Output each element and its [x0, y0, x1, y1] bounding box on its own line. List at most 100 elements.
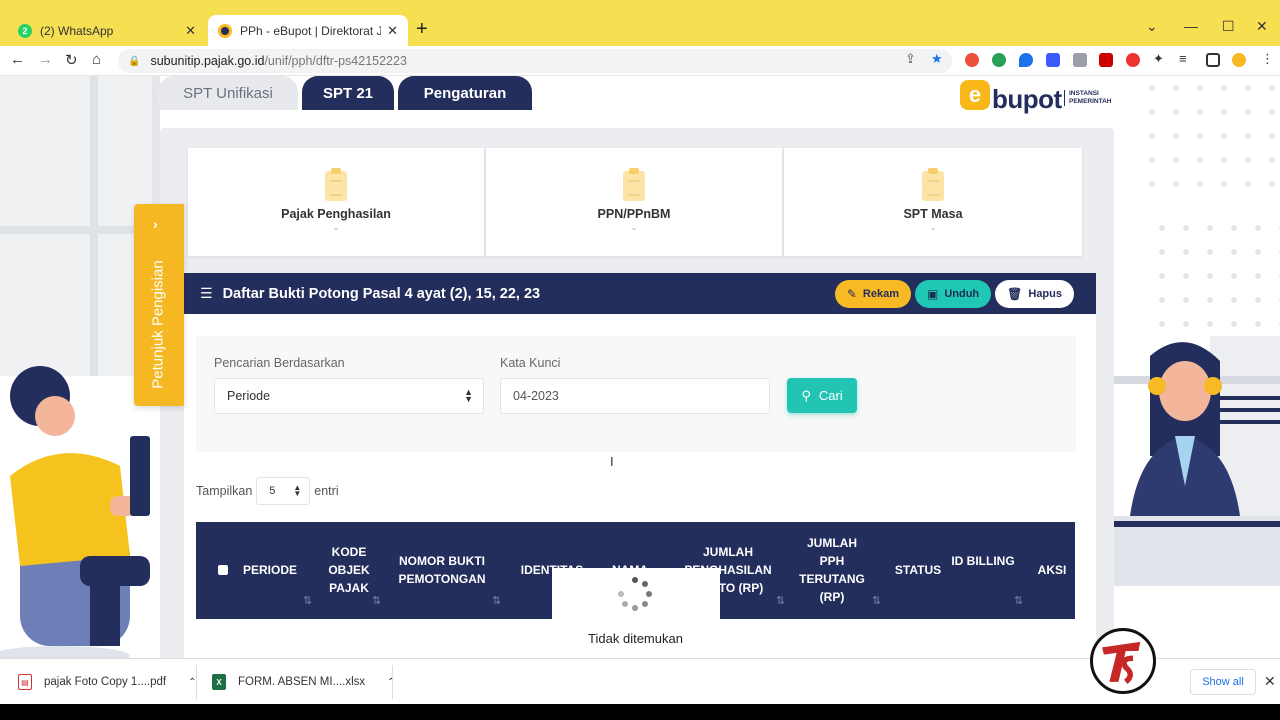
chevron-down-icon: ⌄: [630, 222, 638, 232]
sort-icon[interactable]: ⇅: [303, 594, 312, 607]
divider: [196, 665, 197, 699]
address-bar[interactable]: 🔒 subunitip.pajak.go.id/unif/pph/dftr-ps…: [118, 49, 952, 73]
select-arrows-icon: ▲ ▼: [464, 387, 473, 404]
browser-tab-whatsapp[interactable]: 2 (2) WhatsApp ✕: [8, 15, 206, 46]
whatsapp-icon: 2: [18, 23, 32, 38]
extension-icon[interactable]: [1046, 53, 1060, 67]
entries-suffix: entri: [314, 484, 339, 498]
cari-button[interactable]: ⚲ Cari: [787, 378, 857, 413]
ebupot-favicon: [218, 23, 232, 38]
search-by-select[interactable]: Periode ▲ ▼: [214, 378, 484, 414]
pdf-file-icon: ▤: [18, 674, 32, 690]
select-arrows-icon: ▲ ▼: [293, 483, 302, 498]
menu-kebab-icon[interactable]: ⋮: [1261, 51, 1274, 67]
sort-icon[interactable]: ⇅: [776, 594, 785, 607]
download-bar: ▤ pajak Foto Copy 1....pdf ⌃ X FORM. ABS…: [0, 658, 1280, 704]
sort-icon[interactable]: ⇅: [372, 594, 381, 607]
col-id-billing[interactable]: ID BILLING: [948, 552, 1018, 570]
reading-list-icon[interactable]: ≡: [1179, 51, 1187, 66]
card-pajak-penghasilan[interactable]: Pajak Penghasilan ⌄: [188, 148, 484, 256]
tab-search-icon[interactable]: ⌄: [1146, 18, 1158, 35]
logo-instansi: INSTANSI PEMERINTAH: [1064, 90, 1112, 106]
extension-icon[interactable]: [965, 53, 979, 67]
search-icon: ⚲: [801, 387, 811, 403]
download-item[interactable]: X FORM. ABSEN MI....xlsx ⌃: [212, 659, 396, 705]
text-cursor-icon: I: [610, 454, 614, 469]
trash-icon: 🗑: [1007, 286, 1023, 301]
url-path: /unif/pph/dftr-ps42152223: [264, 54, 407, 68]
loading-overlay: [552, 568, 720, 620]
card-spt-masa[interactable]: SPT Masa ⌄: [784, 148, 1082, 256]
show-all-button[interactable]: Show all: [1190, 669, 1256, 695]
decorative-dots: [1150, 216, 1280, 346]
unduh-label: Unduh: [944, 287, 980, 300]
clipboard-icon: [922, 168, 944, 201]
location-extension-icon[interactable]: [1019, 53, 1033, 67]
extension-icon[interactable]: [992, 53, 1006, 67]
keyword-label: Kata Kunci: [500, 356, 561, 370]
card-label: PPN/PPnBM: [597, 207, 671, 221]
maximize-button[interactable]: ☐: [1222, 18, 1235, 35]
hapus-button[interactable]: 🗑 Hapus: [995, 279, 1074, 308]
home-icon[interactable]: ⌂: [92, 51, 101, 68]
youtube-extension-icon[interactable]: [1099, 53, 1113, 67]
close-window-button[interactable]: ✕: [1256, 18, 1268, 35]
channel-watermark-logo: [1090, 628, 1156, 694]
lock-icon: 🔒: [128, 55, 141, 67]
tab-spt-unifikasi[interactable]: SPT Unifikasi: [158, 76, 298, 110]
extension-icon[interactable]: [1126, 53, 1140, 67]
petunjuk-pengisian-tab[interactable]: › Petunjuk Pengisian: [134, 204, 184, 406]
card-ppn-ppnbm[interactable]: PPN/PPnBM ⌄: [486, 148, 782, 256]
download-filename: pajak Foto Copy 1....pdf: [44, 676, 167, 688]
browser-toolbar: ← → ↻ ⌂ 🔒 subunitip.pajak.go.id/unif/pph…: [0, 46, 1280, 76]
entries-value: 5: [269, 485, 276, 497]
extension-icon[interactable]: [1073, 53, 1087, 67]
browser-tab-ebupot[interactable]: PPh - eBupot | Direktorat Jender ✕: [208, 15, 408, 46]
cari-label: Cari: [818, 388, 843, 403]
sort-icon[interactable]: ⇅: [1014, 594, 1023, 607]
clipboard-icon: [623, 168, 645, 201]
select-all-checkbox[interactable]: [218, 565, 228, 575]
tab-pengaturan[interactable]: Pengaturan: [398, 76, 532, 110]
side-panel-icon[interactable]: [1206, 53, 1220, 67]
col-kode-objek-pajak[interactable]: KODE OBJEK PAJAK: [324, 543, 374, 597]
sort-icon[interactable]: ⇅: [872, 594, 881, 607]
reload-icon[interactable]: ↻: [65, 51, 78, 69]
ebupot-logo: e bupot INSTANSI PEMERINTAH: [960, 80, 1112, 116]
back-icon[interactable]: ←: [10, 51, 25, 68]
share-icon[interactable]: ⇪: [905, 51, 916, 67]
card-label: Pajak Penghasilan: [281, 207, 391, 221]
new-tab-button[interactable]: +: [416, 18, 428, 41]
col-jumlah-pph[interactable]: JUMLAH PPH TERUTANG (RP): [796, 534, 868, 606]
chevron-down-icon: ⌄: [929, 222, 937, 232]
minimize-button[interactable]: —: [1184, 18, 1198, 34]
rekam-label: Rekam: [862, 287, 899, 300]
close-tab-icon[interactable]: ✕: [387, 23, 398, 39]
unduh-button[interactable]: ▣ Unduh: [914, 279, 992, 308]
rekam-button[interactable]: ✎ Rekam: [834, 279, 911, 308]
logo-wordmark: bupot: [992, 84, 1062, 114]
list-content: Pencarian Berdasarkan Periode ▲ ▼ Kata Ku…: [184, 314, 1096, 658]
col-status[interactable]: STATUS: [888, 561, 948, 579]
extensions-puzzle-icon[interactable]: ✦: [1153, 51, 1164, 67]
bookmark-star-icon[interactable]: ★: [931, 51, 943, 67]
empty-table-message: Tidak ditemukan: [588, 631, 683, 646]
profile-avatar[interactable]: [1232, 53, 1246, 67]
close-tab-icon[interactable]: ✕: [185, 23, 196, 39]
entries-select[interactable]: 5 ▲ ▼: [256, 477, 311, 505]
entries-control: Tampilkan 5 ▲ ▼ entri: [196, 477, 339, 505]
download-item[interactable]: ▤ pajak Foto Copy 1....pdf ⌃: [18, 659, 197, 705]
tab-spt-21[interactable]: SPT 21: [302, 76, 394, 110]
close-download-bar-icon[interactable]: ✕: [1264, 673, 1276, 690]
keyword-value: 04-2023: [513, 389, 559, 403]
logo-e-mark: e: [960, 80, 990, 110]
col-aksi: AKSI: [1037, 563, 1067, 577]
letterbox-bottom: [0, 704, 1280, 720]
file-excel-icon: ▣: [926, 286, 939, 301]
keyword-input[interactable]: 04-2023: [500, 378, 770, 414]
sort-icon[interactable]: ⇅: [492, 594, 501, 607]
card-label: SPT Masa: [903, 207, 963, 221]
col-nomor-bukti[interactable]: NOMOR BUKTI PEMOTONGAN: [394, 552, 490, 588]
col-periode[interactable]: PERIODE: [234, 561, 306, 579]
forward-icon[interactable]: →: [38, 51, 53, 68]
